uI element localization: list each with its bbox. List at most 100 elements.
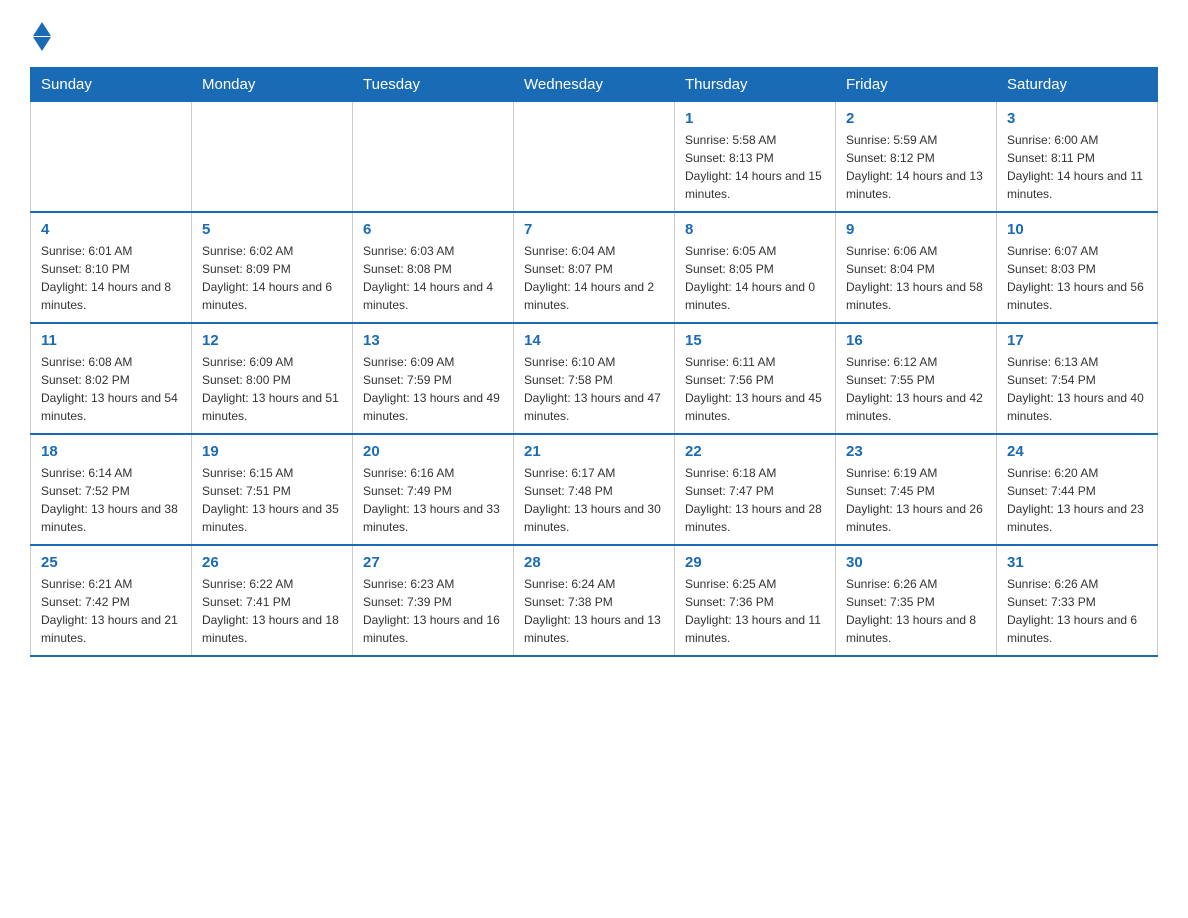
calendar-cell: 17 Sunrise: 6:13 AMSunset: 7:54 PMDayligh… <box>997 323 1158 434</box>
day-info: Sunrise: 6:23 AMSunset: 7:39 PMDaylight:… <box>363 575 503 647</box>
day-info: Sunrise: 5:58 AMSunset: 8:13 PMDaylight:… <box>685 131 825 203</box>
day-info: Sunrise: 6:17 AMSunset: 7:48 PMDaylight:… <box>524 464 664 536</box>
day-info: Sunrise: 6:14 AMSunset: 7:52 PMDaylight:… <box>41 464 181 536</box>
calendar-cell: 11 Sunrise: 6:08 AMSunset: 8:02 PMDayligh… <box>31 323 192 434</box>
weekday-header-row: SundayMondayTuesdayWednesdayThursdayFrid… <box>31 68 1158 102</box>
day-number: 14 <box>524 332 664 349</box>
day-number: 9 <box>846 221 986 238</box>
day-number: 11 <box>41 332 181 349</box>
day-info: Sunrise: 6:09 AMSunset: 7:59 PMDaylight:… <box>363 353 503 425</box>
day-number: 25 <box>41 554 181 571</box>
day-info: Sunrise: 6:12 AMSunset: 7:55 PMDaylight:… <box>846 353 986 425</box>
day-number: 20 <box>363 443 503 460</box>
calendar-cell: 28 Sunrise: 6:24 AMSunset: 7:38 PMDayligh… <box>514 545 675 656</box>
day-number: 28 <box>524 554 664 571</box>
calendar-cell: 2 Sunrise: 5:59 AMSunset: 8:12 PMDaylight… <box>836 102 997 213</box>
day-number: 10 <box>1007 221 1147 238</box>
day-number: 13 <box>363 332 503 349</box>
day-info: Sunrise: 6:22 AMSunset: 7:41 PMDaylight:… <box>202 575 342 647</box>
day-info: Sunrise: 6:09 AMSunset: 8:00 PMDaylight:… <box>202 353 342 425</box>
day-info: Sunrise: 6:11 AMSunset: 7:56 PMDaylight:… <box>685 353 825 425</box>
calendar-cell: 13 Sunrise: 6:09 AMSunset: 7:59 PMDayligh… <box>353 323 514 434</box>
calendar-cell: 26 Sunrise: 6:22 AMSunset: 7:41 PMDayligh… <box>192 545 353 656</box>
page-header <box>30 20 1158 51</box>
calendar-cell: 1 Sunrise: 5:58 AMSunset: 8:13 PMDaylight… <box>675 102 836 213</box>
calendar-cell: 10Sunrise: 6:07 AMSunset: 8:03 PMDayligh… <box>997 212 1158 323</box>
calendar-cell: 23 Sunrise: 6:19 AMSunset: 7:45 PMDayligh… <box>836 434 997 545</box>
week-row-2: 4 Sunrise: 6:01 AMSunset: 8:10 PMDaylight… <box>31 212 1158 323</box>
day-info: Sunrise: 6:15 AMSunset: 7:51 PMDaylight:… <box>202 464 342 536</box>
weekday-header-friday: Friday <box>836 68 997 102</box>
calendar-cell: 16 Sunrise: 6:12 AMSunset: 7:55 PMDayligh… <box>836 323 997 434</box>
day-number: 3 <box>1007 110 1147 127</box>
calendar-cell: 27 Sunrise: 6:23 AMSunset: 7:39 PMDayligh… <box>353 545 514 656</box>
day-info: Sunrise: 6:01 AMSunset: 8:10 PMDaylight:… <box>41 242 181 314</box>
day-info: Sunrise: 6:02 AMSunset: 8:09 PMDaylight:… <box>202 242 342 314</box>
calendar-cell: 22Sunrise: 6:18 AMSunset: 7:47 PMDayligh… <box>675 434 836 545</box>
day-info: Sunrise: 6:25 AMSunset: 7:36 PMDaylight:… <box>685 575 825 647</box>
day-number: 23 <box>846 443 986 460</box>
calendar-cell: 30 Sunrise: 6:26 AMSunset: 7:35 PMDayligh… <box>836 545 997 656</box>
day-number: 5 <box>202 221 342 238</box>
day-info: Sunrise: 6:26 AMSunset: 7:35 PMDaylight:… <box>846 575 986 647</box>
calendar-cell: 20 Sunrise: 6:16 AMSunset: 7:49 PMDayligh… <box>353 434 514 545</box>
day-number: 4 <box>41 221 181 238</box>
day-info: Sunrise: 6:00 AMSunset: 8:11 PMDaylight:… <box>1007 131 1147 203</box>
day-number: 21 <box>524 443 664 460</box>
calendar-cell: 12 Sunrise: 6:09 AMSunset: 8:00 PMDayligh… <box>192 323 353 434</box>
calendar-cell: 9 Sunrise: 6:06 AMSunset: 8:04 PMDaylight… <box>836 212 997 323</box>
day-info: Sunrise: 6:10 AMSunset: 7:58 PMDaylight:… <box>524 353 664 425</box>
calendar-cell <box>353 102 514 213</box>
day-number: 30 <box>846 554 986 571</box>
calendar-cell: 18 Sunrise: 6:14 AMSunset: 7:52 PMDayligh… <box>31 434 192 545</box>
day-number: 29 <box>685 554 825 571</box>
day-info: Sunrise: 6:24 AMSunset: 7:38 PMDaylight:… <box>524 575 664 647</box>
calendar-cell: 4 Sunrise: 6:01 AMSunset: 8:10 PMDaylight… <box>31 212 192 323</box>
day-info: Sunrise: 6:05 AMSunset: 8:05 PMDaylight:… <box>685 242 825 314</box>
day-number: 1 <box>685 110 825 127</box>
weekday-header-wednesday: Wednesday <box>514 68 675 102</box>
day-info: Sunrise: 6:20 AMSunset: 7:44 PMDaylight:… <box>1007 464 1147 536</box>
calendar-cell: 31 Sunrise: 6:26 AMSunset: 7:33 PMDayligh… <box>997 545 1158 656</box>
day-number: 17 <box>1007 332 1147 349</box>
day-number: 16 <box>846 332 986 349</box>
day-info: Sunrise: 5:59 AMSunset: 8:12 PMDaylight:… <box>846 131 986 203</box>
calendar-cell: 21 Sunrise: 6:17 AMSunset: 7:48 PMDayligh… <box>514 434 675 545</box>
day-number: 12 <box>202 332 342 349</box>
calendar-cell <box>192 102 353 213</box>
week-row-3: 11 Sunrise: 6:08 AMSunset: 8:02 PMDayligh… <box>31 323 1158 434</box>
calendar-cell: 24Sunrise: 6:20 AMSunset: 7:44 PMDayligh… <box>997 434 1158 545</box>
day-number: 27 <box>363 554 503 571</box>
day-info: Sunrise: 6:16 AMSunset: 7:49 PMDaylight:… <box>363 464 503 536</box>
logo <box>30 20 51 51</box>
day-number: 18 <box>41 443 181 460</box>
calendar-cell: 19 Sunrise: 6:15 AMSunset: 7:51 PMDayligh… <box>192 434 353 545</box>
day-info: Sunrise: 6:03 AMSunset: 8:08 PMDaylight:… <box>363 242 503 314</box>
calendar-cell <box>31 102 192 213</box>
day-info: Sunrise: 6:06 AMSunset: 8:04 PMDaylight:… <box>846 242 986 314</box>
calendar-cell <box>514 102 675 213</box>
calendar-cell: 15 Sunrise: 6:11 AMSunset: 7:56 PMDayligh… <box>675 323 836 434</box>
calendar-cell: 6 Sunrise: 6:03 AMSunset: 8:08 PMDaylight… <box>353 212 514 323</box>
week-row-4: 18 Sunrise: 6:14 AMSunset: 7:52 PMDayligh… <box>31 434 1158 545</box>
week-row-5: 25Sunrise: 6:21 AMSunset: 7:42 PMDayligh… <box>31 545 1158 656</box>
day-number: 6 <box>363 221 503 238</box>
day-info: Sunrise: 6:19 AMSunset: 7:45 PMDaylight:… <box>846 464 986 536</box>
day-info: Sunrise: 6:26 AMSunset: 7:33 PMDaylight:… <box>1007 575 1147 647</box>
day-number: 31 <box>1007 554 1147 571</box>
calendar-cell: 29 Sunrise: 6:25 AMSunset: 7:36 PMDayligh… <box>675 545 836 656</box>
day-number: 26 <box>202 554 342 571</box>
day-number: 15 <box>685 332 825 349</box>
weekday-header-tuesday: Tuesday <box>353 68 514 102</box>
day-info: Sunrise: 6:08 AMSunset: 8:02 PMDaylight:… <box>41 353 181 425</box>
weekday-header-monday: Monday <box>192 68 353 102</box>
day-number: 2 <box>846 110 986 127</box>
calendar-cell: 25Sunrise: 6:21 AMSunset: 7:42 PMDayligh… <box>31 545 192 656</box>
day-info: Sunrise: 6:18 AMSunset: 7:47 PMDaylight:… <box>685 464 825 536</box>
calendar-cell: 14 Sunrise: 6:10 AMSunset: 7:58 PMDayligh… <box>514 323 675 434</box>
day-number: 8 <box>685 221 825 238</box>
day-number: 19 <box>202 443 342 460</box>
calendar-cell: 8 Sunrise: 6:05 AMSunset: 8:05 PMDaylight… <box>675 212 836 323</box>
day-info: Sunrise: 6:13 AMSunset: 7:54 PMDaylight:… <box>1007 353 1147 425</box>
day-number: 7 <box>524 221 664 238</box>
